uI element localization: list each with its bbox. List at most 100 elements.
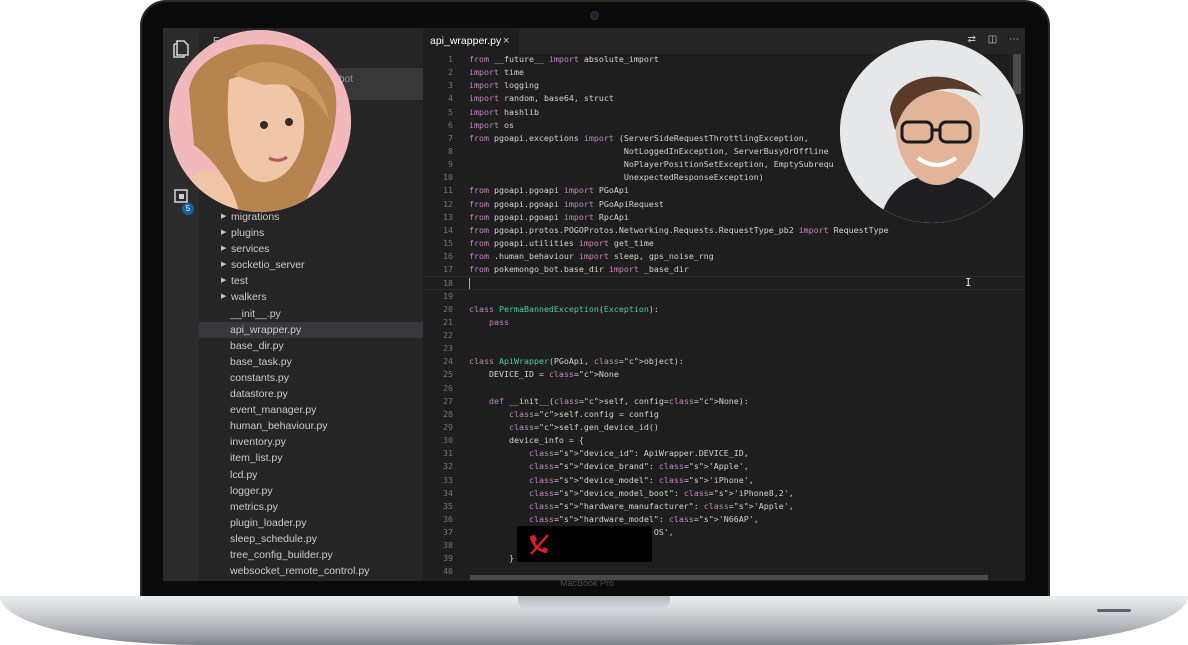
code-line[interactable]: 24 class ApiWrapper(PGoApi, class="c">obj… bbox=[423, 355, 1025, 368]
file-item[interactable]: api_wrapper.py bbox=[199, 321, 423, 338]
tree-item-label: sleep_schedule.py bbox=[230, 532, 317, 545]
code-line[interactable]: 14 from pgoapi.protos.POGOProtos.Networki… bbox=[423, 224, 1025, 237]
code-line[interactable]: 27 def __init__(class="c">self, config=c… bbox=[423, 395, 1025, 408]
line-text: from __future__ import absolute_import bbox=[469, 54, 659, 64]
tree-item-label: base_dir.py bbox=[230, 339, 284, 352]
file-item[interactable]: base_dir.py bbox=[199, 338, 423, 354]
tree-item-label: plugin_loader.py bbox=[230, 516, 307, 529]
line-number: 34 bbox=[443, 487, 453, 498]
horizontal-scrollbar[interactable] bbox=[470, 575, 988, 580]
file-item[interactable]: human_behaviour.py bbox=[199, 418, 423, 434]
code-line[interactable]: 36 class="s">"hardware_model": class="s"… bbox=[423, 513, 1025, 526]
line-number: 5 bbox=[448, 106, 453, 117]
code-line[interactable]: 28 class="c">self.config = config bbox=[423, 408, 1025, 421]
folder-item[interactable]: ▶ test bbox=[199, 273, 423, 289]
line-number: 13 bbox=[443, 211, 453, 222]
tab-api-wrapper[interactable]: api_wrapper.py × bbox=[423, 28, 519, 54]
code-line[interactable]: 34 class="s">"device_model_boot": class=… bbox=[423, 487, 1025, 500]
file-item[interactable]: sleep_schedule.py bbox=[199, 531, 423, 547]
line-text: class ApiWrapper(PGoApi, class="c">objec… bbox=[469, 356, 684, 367]
code-line[interactable]: 33 class="s">"device_model": class="s">'… bbox=[423, 474, 1025, 487]
code-line[interactable]: 20 class PermaBannedException(Exception): bbox=[423, 303, 1025, 316]
code-line[interactable]: 29 class="c">self.gen_device_id() bbox=[423, 421, 1025, 434]
file-item[interactable]: constants.py bbox=[199, 370, 423, 386]
folder-item[interactable]: ▶ migrations bbox=[199, 209, 423, 225]
line-number: 19 bbox=[443, 290, 453, 301]
code-line[interactable]: 22 bbox=[423, 329, 1025, 342]
line-text: class="c">self.gen_device_id() bbox=[508, 421, 659, 432]
files-icon[interactable] bbox=[171, 40, 191, 60]
split-editor-icon[interactable]: ◫ bbox=[988, 34, 997, 45]
code-line[interactable]: 17 from pokemongo_bot.base_dir import _ba… bbox=[423, 263, 1025, 276]
tree-item-label: walkers bbox=[231, 291, 267, 304]
code-line[interactable]: 30 device_info = { bbox=[423, 434, 1025, 447]
file-item[interactable]: base_task.py bbox=[199, 354, 423, 370]
code-line[interactable]: 15 from pgoapi.utilities import get_time bbox=[423, 237, 1025, 250]
chevron-right-icon[interactable]: ▶ bbox=[221, 289, 226, 305]
line-text: class="s">"hardware_manufacturer": class… bbox=[528, 500, 794, 511]
code-line[interactable]: 25 DEVICE_ID = class="c">None bbox=[423, 368, 1025, 381]
line-text: class="s">"hardware_model": class="s">'N… bbox=[528, 513, 759, 524]
folder-item[interactable]: ▶ plugins bbox=[199, 225, 423, 241]
line-number: 35 bbox=[443, 500, 453, 511]
file-item[interactable]: plugin_loader.py bbox=[199, 515, 423, 531]
code-line[interactable]: 38 ', bbox=[423, 539, 1025, 552]
tree-item-label: __init__.py bbox=[230, 307, 281, 320]
chevron-right-icon[interactable]: ▶ bbox=[221, 225, 226, 241]
file-item[interactable]: datastore.py bbox=[199, 386, 423, 402]
code-line[interactable]: 19 bbox=[423, 290, 1025, 303]
code-line[interactable]: 32 class="s">"device_brand": class="s">'… bbox=[423, 460, 1025, 473]
tree-item-label: human_behaviour.py bbox=[230, 420, 328, 433]
line-text: class="s">"device_brand": class="s">'App… bbox=[528, 461, 749, 472]
code-line[interactable]: 35 class="s">"hardware_manufacturer": cl… bbox=[423, 500, 1025, 513]
code-line[interactable]: 26 bbox=[423, 382, 1025, 395]
line-number: 22 bbox=[443, 329, 453, 340]
open-changes-icon[interactable]: ⇄ bbox=[968, 34, 976, 45]
file-item[interactable]: logger.py bbox=[199, 483, 423, 499]
chevron-right-icon[interactable]: ▶ bbox=[221, 273, 226, 289]
file-item[interactable]: lcd.py bbox=[199, 467, 423, 483]
line-text: pass bbox=[488, 316, 509, 327]
line-number: 40 bbox=[443, 566, 453, 577]
file-item[interactable]: __init__.py bbox=[199, 306, 423, 322]
line-number: 28 bbox=[443, 408, 453, 419]
chevron-right-icon[interactable]: ▶ bbox=[221, 209, 226, 225]
code-line[interactable]: 23 bbox=[423, 342, 1025, 355]
tree-item-label: test bbox=[231, 275, 248, 288]
line-text: from pgoapi.pgoapi import PGoApiRequest bbox=[469, 198, 664, 209]
vertical-scrollbar[interactable] bbox=[1013, 54, 1021, 94]
folder-item[interactable]: ▶ services bbox=[199, 241, 423, 257]
line-text: from .human_behaviour import sleep, gps_… bbox=[469, 251, 714, 262]
tree-item-label: logger.py bbox=[230, 484, 273, 497]
chevron-right-icon[interactable]: ▶ bbox=[221, 257, 226, 273]
file-item[interactable]: websocket_remote_control.py bbox=[199, 563, 423, 579]
file-item[interactable]: metrics.py bbox=[199, 499, 423, 515]
code-line[interactable]: 39 } bbox=[423, 552, 1025, 565]
line-number: 12 bbox=[443, 198, 453, 209]
code-line[interactable]: 18 bbox=[423, 276, 1025, 290]
code-line[interactable]: 31 class="s">"device_id": ApiWrapper.DEV… bbox=[423, 447, 1025, 460]
line-number: 32 bbox=[443, 461, 453, 472]
file-item[interactable]: inventory.py bbox=[199, 434, 423, 450]
line-number: 10 bbox=[443, 172, 453, 183]
close-icon[interactable]: × bbox=[503, 28, 509, 54]
code-line[interactable]: 21 pass bbox=[423, 316, 1025, 329]
more-actions-icon[interactable]: ⋯ bbox=[1009, 34, 1019, 45]
folder-item[interactable]: ▶ walkers bbox=[199, 289, 423, 305]
chevron-right-icon[interactable]: ▶ bbox=[221, 241, 226, 257]
folder-item[interactable]: ▶ socketio_server bbox=[199, 257, 423, 273]
tree-item-label: event_manager.py bbox=[230, 404, 317, 417]
line-text: from pgoapi.utilities import get_time bbox=[469, 237, 654, 248]
line-text: device_info = { bbox=[469, 435, 584, 446]
file-item[interactable]: tree_config_builder.py bbox=[199, 547, 423, 563]
file-item[interactable]: event_manager.py bbox=[199, 402, 423, 418]
webcam-icon bbox=[590, 11, 599, 20]
line-number: 25 bbox=[443, 369, 453, 380]
code-line[interactable]: 37 ne OS', bbox=[423, 526, 1025, 539]
end-call-icon[interactable] bbox=[527, 532, 551, 556]
file-item[interactable]: item_list.py bbox=[199, 450, 423, 466]
line-text: from pokemongo_bot.base_dir import _base… bbox=[469, 264, 689, 275]
editor-actions: ⇄ ◫ ⋯ bbox=[959, 34, 1019, 45]
line-number: 16 bbox=[443, 251, 453, 262]
code-line[interactable]: 16 from .human_behaviour import sleep, gp… bbox=[423, 250, 1025, 263]
